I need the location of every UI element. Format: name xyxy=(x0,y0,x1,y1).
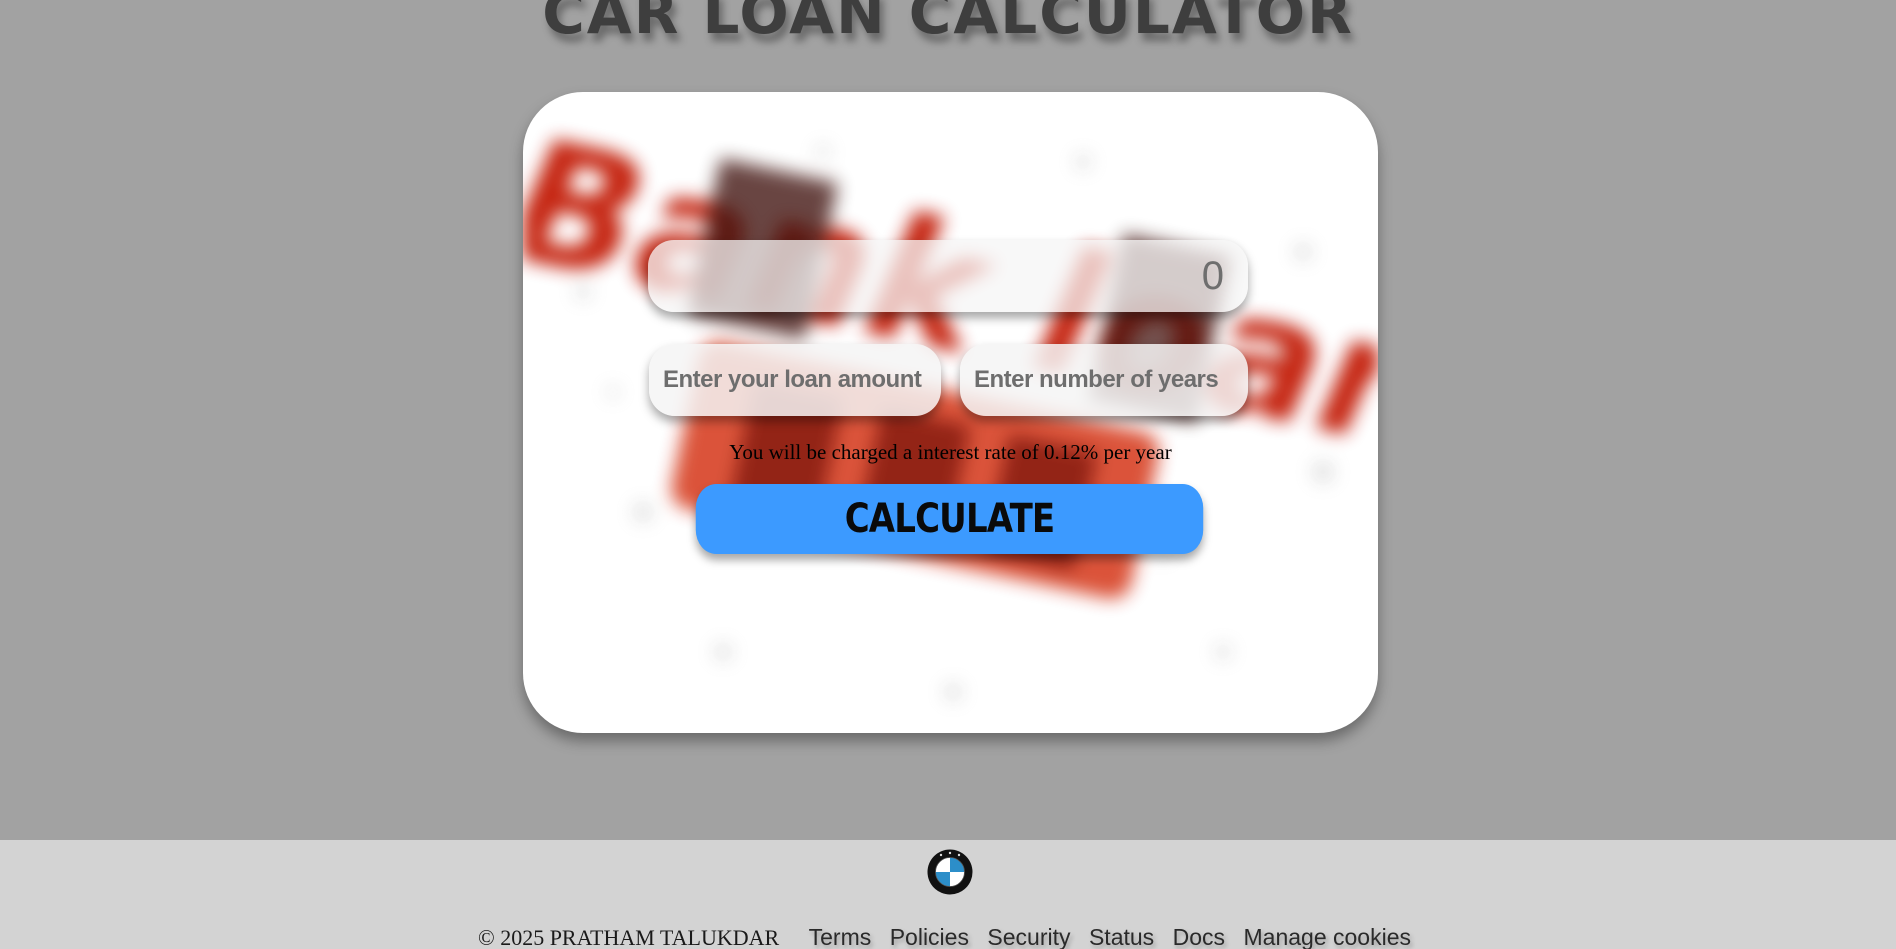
years-input[interactable] xyxy=(960,344,1248,416)
calculator-card: Bank loan 0 You will be charged a intere… xyxy=(523,92,1378,733)
footer-link-policies[interactable]: Policies xyxy=(890,924,969,949)
copyright-text: © 2025 PRATHAM TALUKDAR xyxy=(477,925,780,949)
interest-rate-text: You will be charged a interest rate of 0… xyxy=(729,440,1172,464)
footer-link-docs[interactable]: Docs xyxy=(1173,924,1225,949)
calculate-button[interactable]: CALCULATE xyxy=(695,484,1204,554)
footer: © 2025 PRATHAM TALUKDAR Terms Policies S… xyxy=(0,840,1896,949)
footer-link-status[interactable]: Status xyxy=(1089,924,1154,949)
footer-row: © 2025 PRATHAM TALUKDAR Terms Policies S… xyxy=(0,924,1896,949)
page-title: CAR LOAN CALCULATOR xyxy=(542,0,1354,47)
bmw-logo-icon[interactable] xyxy=(927,849,973,895)
loan-amount-input[interactable] xyxy=(649,344,941,416)
footer-link-security[interactable]: Security xyxy=(987,924,1070,949)
result-display: 0 xyxy=(648,240,1248,312)
footer-link-terms[interactable]: Terms xyxy=(809,924,872,949)
footer-link-manage-cookies[interactable]: Manage cookies xyxy=(1244,924,1412,949)
bank-loan-background-image: Bank loan xyxy=(523,101,1378,701)
page: CAR LOAN CALCULATOR Bank loan 0 xyxy=(0,0,1896,949)
